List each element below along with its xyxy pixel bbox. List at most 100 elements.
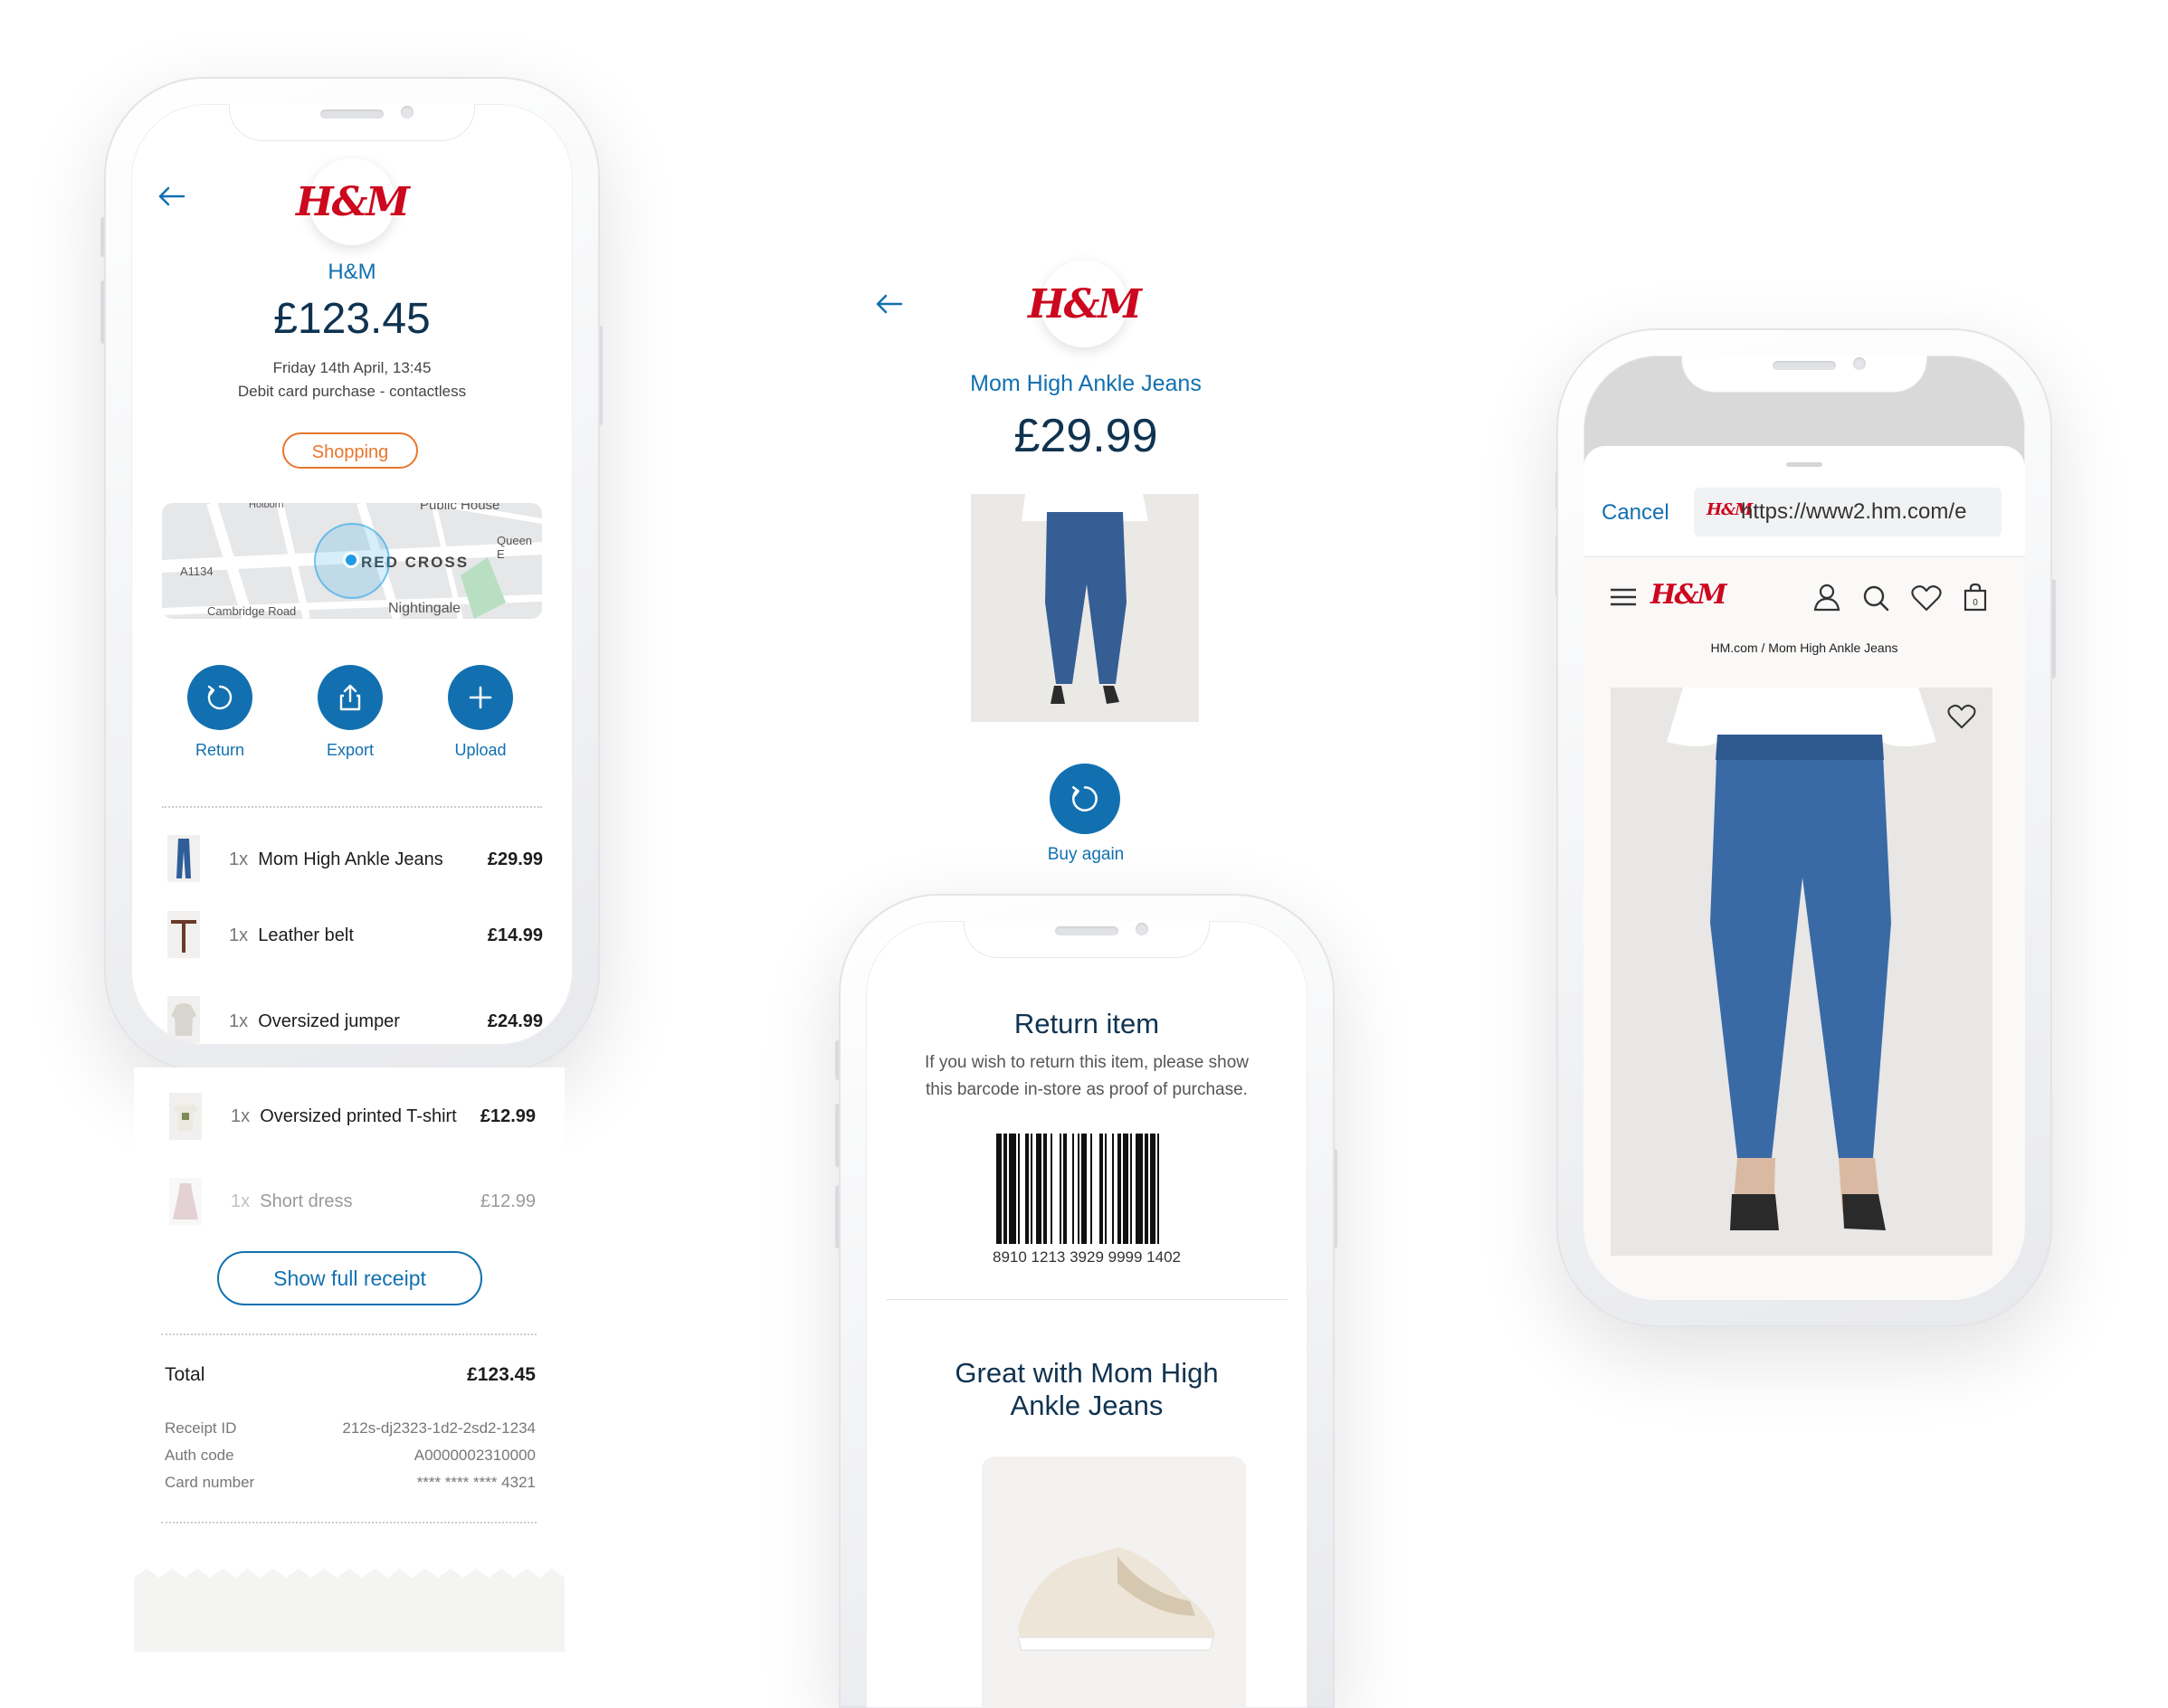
export-icon — [339, 684, 361, 711]
jeans-photo — [971, 494, 1199, 722]
barcode-bar — [1043, 1134, 1047, 1244]
barcode-bar — [1136, 1134, 1143, 1244]
barcode-bar — [1112, 1134, 1114, 1244]
receipt-id-value: 212s-dj2323-1d2-2sd2-1234 — [342, 1419, 536, 1437]
barcode-bar — [1051, 1134, 1052, 1244]
return-button[interactable] — [187, 665, 252, 730]
url-bar[interactable]: H&M https://www2.hm.com/e — [1694, 488, 2002, 536]
barcode-bar — [1130, 1134, 1132, 1244]
barcode-bar — [1031, 1134, 1032, 1244]
map-label-nightingale: Nightingale — [388, 601, 461, 616]
transaction-amount: £123.45 — [273, 295, 431, 343]
location-map[interactable]: Holborn Public House Queen E A1134 RED C… — [162, 503, 542, 619]
table-row[interactable]: 1x Short dress — [231, 1191, 353, 1212]
item-price: £12.99 — [480, 1191, 536, 1211]
upload-button[interactable] — [448, 665, 513, 730]
cancel-button[interactable]: Cancel — [1602, 500, 1669, 526]
barcode-bar — [1090, 1134, 1092, 1244]
merchant-name: H&M — [328, 260, 376, 284]
hm-logo: H&M — [296, 158, 410, 245]
return-icon — [207, 685, 233, 710]
item-thumb-tshirt — [169, 1093, 202, 1140]
barcode-bar — [1078, 1134, 1079, 1244]
receipt-id-label: Receipt ID — [165, 1419, 237, 1437]
back-arrow-icon[interactable] — [874, 293, 905, 315]
table-row[interactable]: 1x Oversized jumper — [229, 1011, 400, 1032]
account-icon[interactable] — [1813, 583, 1840, 612]
url-text: https://www2.hm.com/e — [1741, 499, 1967, 524]
breadcrumb[interactable]: HM.com / Mom High Ankle Jeans — [1583, 640, 2025, 655]
great-with-title: Great with Mom High Ankle Jeans — [955, 1357, 1219, 1421]
item-thumb-dress — [169, 1178, 202, 1225]
svg-text:0: 0 — [1973, 598, 1978, 608]
sheet-grabber[interactable] — [1786, 462, 1822, 467]
table-row[interactable]: 1x Leather belt — [229, 925, 354, 946]
receipt-torn-edge — [134, 1569, 565, 1652]
shopping-bag-icon[interactable]: 0 — [1964, 583, 1987, 612]
item-price: £12.99 — [480, 1106, 536, 1126]
export-label: Export — [326, 741, 375, 759]
right-phone-frame: Cancel H&M https://www2.hm.com/e H&M 0 H… — [1556, 328, 2052, 1327]
receipt-extension — [134, 1068, 565, 1652]
product-name: Mom High Ankle Jeans — [970, 371, 1202, 396]
total-label: Total — [165, 1364, 205, 1385]
search-icon[interactable] — [1862, 584, 1889, 612]
barcode-bar — [1063, 1134, 1067, 1244]
item-thumb-jeans — [167, 835, 200, 882]
barcode-bar — [1036, 1134, 1041, 1244]
table-row[interactable]: 1x Mom High Ankle Jeans — [229, 849, 443, 870]
payment-type: Debit card purchase - contactless — [237, 383, 467, 400]
barcode-bar — [1150, 1134, 1155, 1244]
return-icon — [1072, 786, 1098, 811]
barcode-number: 8910 1213 3929 9999 1402 — [993, 1248, 1181, 1266]
card-number-label: Card number — [165, 1474, 255, 1491]
table-row[interactable]: 1x Oversized printed T-shirt — [231, 1106, 457, 1127]
show-full-receipt-button[interactable]: Show full receipt — [217, 1251, 482, 1305]
barcode-bar — [1081, 1134, 1087, 1244]
phone-notch — [965, 921, 1209, 957]
barcode-bar — [1145, 1134, 1148, 1244]
barcode-bar — [1157, 1134, 1159, 1244]
left-phone-screen: H&M H&M £123.45 Friday 14th April, 13:45… — [131, 104, 573, 1045]
web-page: H&M 0 HM.com / Mom High Ankle Jeans — [1583, 557, 2025, 1300]
item-price: £14.99 — [487, 925, 543, 945]
right-phone-screen: Cancel H&M https://www2.hm.com/e H&M 0 H… — [1583, 356, 2025, 1300]
barcode-bar — [1123, 1134, 1128, 1244]
map-label-a1134: A1134 — [180, 565, 214, 578]
recommended-product-card[interactable] — [982, 1457, 1246, 1708]
barcode-bar — [1025, 1134, 1029, 1244]
buy-again-button[interactable] — [1050, 764, 1120, 834]
buy-again-label: Buy again — [1047, 845, 1125, 864]
total-value: £123.45 — [467, 1364, 536, 1385]
location-pin-icon — [343, 552, 359, 568]
barcode-bar — [1060, 1134, 1061, 1244]
item-price: £29.99 — [487, 849, 543, 869]
barcode-bar — [1009, 1134, 1016, 1244]
sneaker-photo — [982, 1457, 1246, 1708]
transaction-datetime: Friday 14th April, 13:45 — [272, 359, 432, 376]
barcode-bar — [1003, 1134, 1007, 1244]
barcode-bar — [1117, 1134, 1121, 1244]
map-label-public-house: Public House — [420, 503, 500, 513]
hamburger-menu-icon[interactable] — [1611, 588, 1636, 606]
back-arrow-icon[interactable] — [157, 185, 187, 207]
barcode-bar — [1099, 1134, 1103, 1244]
middle-phone-frame: Return item If you wish to return this i… — [839, 894, 1335, 1708]
category-tag[interactable]: Shopping — [282, 432, 418, 469]
item-thumb-belt — [167, 911, 200, 958]
divider — [886, 1299, 1288, 1300]
barcode-bar — [1072, 1134, 1074, 1244]
middle-phone-screen: Return item If you wish to return this i… — [866, 921, 1307, 1708]
favorites-heart-icon[interactable] — [1911, 584, 1942, 612]
barcode-bar — [996, 1134, 1002, 1244]
map-label-cambridge: Cambridge Road — [207, 604, 297, 618]
divider — [162, 806, 542, 808]
auth-code-value: A0000002310000 — [414, 1447, 536, 1464]
product-photo[interactable] — [1611, 688, 1992, 1256]
product-image[interactable] — [971, 494, 1199, 722]
map-label-holborn: Holborn — [249, 503, 284, 510]
item-thumb-jumper — [167, 996, 200, 1043]
hm-site-logo[interactable]: H&M — [1650, 579, 1727, 611]
wishlist-heart-icon[interactable] — [1947, 704, 1976, 729]
export-button[interactable] — [318, 665, 383, 730]
